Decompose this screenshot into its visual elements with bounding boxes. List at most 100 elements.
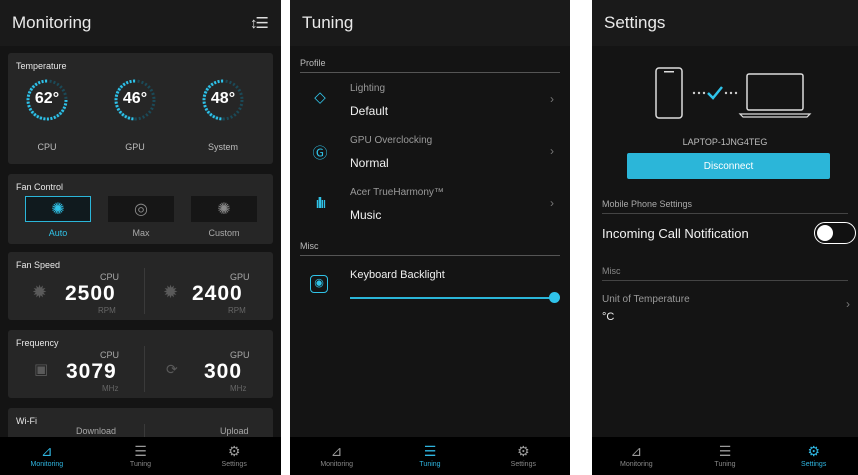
gear-icon: ⚙ [517, 442, 530, 459]
row-value: Music [350, 208, 382, 222]
nav-monitoring[interactable]: ⊿ Monitoring [290, 437, 383, 475]
mobile-settings-section: Mobile Phone Settings [602, 199, 848, 214]
nav-label: Settings [221, 460, 247, 468]
gpu-temp-label: GPU [125, 142, 145, 152]
top-bar: Monitoring ↕☰ [0, 0, 281, 46]
fan-custom-button[interactable]: ✺ [191, 196, 257, 222]
bottom-nav: ⊿ Monitoring ☰ Tuning ⚙ Settings [592, 437, 858, 475]
fan-speed-card: Fan Speed CPU ✹ 2500 RPM GPU ✹ 2400 RPM [8, 252, 273, 320]
unit-title: Unit of Temperature [602, 294, 690, 305]
fan-custom-label: Custom [208, 228, 240, 238]
monitoring-screen: Monitoring ↕☰ Temperature 62° CPU 46° GP… [0, 0, 281, 475]
fan-auto-label: Auto [48, 228, 68, 238]
cpu-temp-gauge: 62° [24, 77, 70, 123]
cpu-temp-value: 62° [34, 90, 60, 107]
chevron-right-icon: › [550, 144, 554, 158]
row-value: Default [350, 104, 389, 118]
keyboard-backlight-icon: ◉ [310, 275, 328, 293]
cpu-freq-value: 3079 [66, 360, 117, 383]
nav-label: Monitoring [320, 460, 353, 468]
row-title: Acer TrueHarmony™ [350, 187, 444, 198]
fan-control-card: Fan Control ✺ Auto ◎ Max ✺ Custom [8, 174, 273, 244]
card-title: Fan Speed [16, 260, 61, 270]
incoming-call-toggle[interactable] [814, 222, 856, 244]
chevron-right-icon: › [846, 297, 850, 311]
monitor-chart-icon: ⊿ [40, 442, 53, 459]
nav-label: Monitoring [619, 460, 653, 468]
cpu-temp-label: CPU [37, 142, 57, 152]
page-title: Monitoring [12, 13, 92, 32]
sort-icon[interactable]: ↕☰ [250, 14, 269, 32]
system-temp-value: 48° [210, 90, 236, 107]
incoming-call-label: Incoming Call Notification [602, 226, 749, 241]
gpu-freq-label: GPU [230, 350, 250, 360]
card-title: Fan Control [16, 182, 64, 192]
chip-icon: ▣ [34, 361, 49, 378]
toggle-knob [817, 225, 833, 241]
fan-icon: ✹ [32, 282, 48, 302]
row-title: GPU Overclocking [350, 135, 433, 146]
backlight-slider-track[interactable] [350, 297, 556, 299]
divider [144, 268, 145, 314]
card-title: Wi-Fi [16, 416, 37, 426]
nav-tuning[interactable]: ☰ Tuning [94, 437, 188, 475]
gpu-fan-value: 2400 [192, 282, 243, 305]
card-title: Frequency [16, 338, 59, 348]
backlight-slider-thumb[interactable] [549, 292, 560, 303]
profile-section-header: Profile [300, 58, 560, 73]
tuning-icon: ☰ [423, 442, 437, 459]
bottom-nav: ⊿ Monitoring ☰ Tuning ⚙ Settings [290, 437, 570, 475]
cpu-freq-label: CPU [100, 350, 120, 360]
system-temp-label: System [207, 142, 238, 152]
gpu-freq-value: 300 [204, 360, 243, 383]
cpu-fan-value: 2500 [65, 282, 116, 305]
chevron-right-icon: › [550, 92, 554, 106]
nav-label: Monitoring [30, 460, 64, 468]
download-label: Download [76, 426, 117, 436]
monitor-chart-icon: ⊿ [330, 442, 343, 459]
cpu-fan-label: CPU [100, 272, 120, 282]
fan-icon: ✹ [163, 282, 179, 302]
misc-section-header: Misc [602, 266, 848, 281]
nav-label: Settings [801, 460, 827, 468]
tuning-screen: Tuning Profile ◇ Lighting Default › Ⓖ GP… [290, 0, 570, 475]
nav-settings[interactable]: ⚙ Settings [187, 437, 281, 475]
bottom-nav: ⊿ Monitoring ☰ Tuning ⚙ Settings [0, 437, 281, 475]
fan-auto-icon: ✺ [51, 201, 65, 218]
misc-section-header: Misc [300, 241, 560, 256]
temperature-card: Temperature 62° CPU 46° GPU 48° System [8, 53, 273, 164]
nav-settings[interactable]: ⚙ Settings [477, 437, 570, 475]
gear-icon: ⚙ [227, 442, 241, 459]
tuning-icon: ☰ [134, 442, 147, 459]
gpu-freq-unit: MHz [230, 384, 247, 393]
gear-icon: ⚙ [807, 442, 820, 459]
disconnect-button[interactable]: Disconnect [627, 153, 830, 179]
gpu-icon: ⟳ [166, 361, 178, 377]
tuning-icon: ☰ [718, 442, 732, 459]
device-name: LAPTOP-1JNG4TEG [682, 137, 768, 147]
keyboard-backlight-label: Keyboard Backlight [350, 269, 445, 281]
top-bar: Settings [592, 0, 858, 46]
nav-monitoring[interactable]: ⊿ Monitoring [0, 437, 94, 475]
nav-monitoring[interactable]: ⊿ Monitoring [592, 437, 681, 475]
row-title: Lighting [350, 83, 386, 94]
phone-laptop-connected-icon [655, 67, 812, 119]
fan-max-label: Max [132, 228, 150, 238]
unit-value: °C [602, 311, 615, 323]
nav-label: Tuning [714, 460, 736, 468]
nav-settings[interactable]: ⚙ Settings [769, 437, 858, 475]
gpu-fan-label: GPU [230, 272, 250, 282]
cpu-fan-unit: RPM [98, 306, 116, 315]
gpu-fan-unit: RPM [228, 306, 246, 315]
page-title: Settings [604, 13, 666, 32]
divider [144, 346, 145, 392]
nav-tuning[interactable]: ☰ Tuning [681, 437, 770, 475]
fan-max-icon: ◎ [134, 201, 148, 218]
audio-wave-icon: ıllıı [315, 195, 326, 212]
gpu-temp-value: 46° [122, 90, 148, 107]
fan-auto-button[interactable]: ✺ [25, 196, 91, 222]
nav-tuning[interactable]: ☰ Tuning [383, 437, 476, 475]
fan-max-button[interactable]: ◎ [108, 196, 174, 222]
fan-custom-icon: ✺ [217, 201, 231, 218]
nav-label: Tuning [419, 460, 441, 468]
